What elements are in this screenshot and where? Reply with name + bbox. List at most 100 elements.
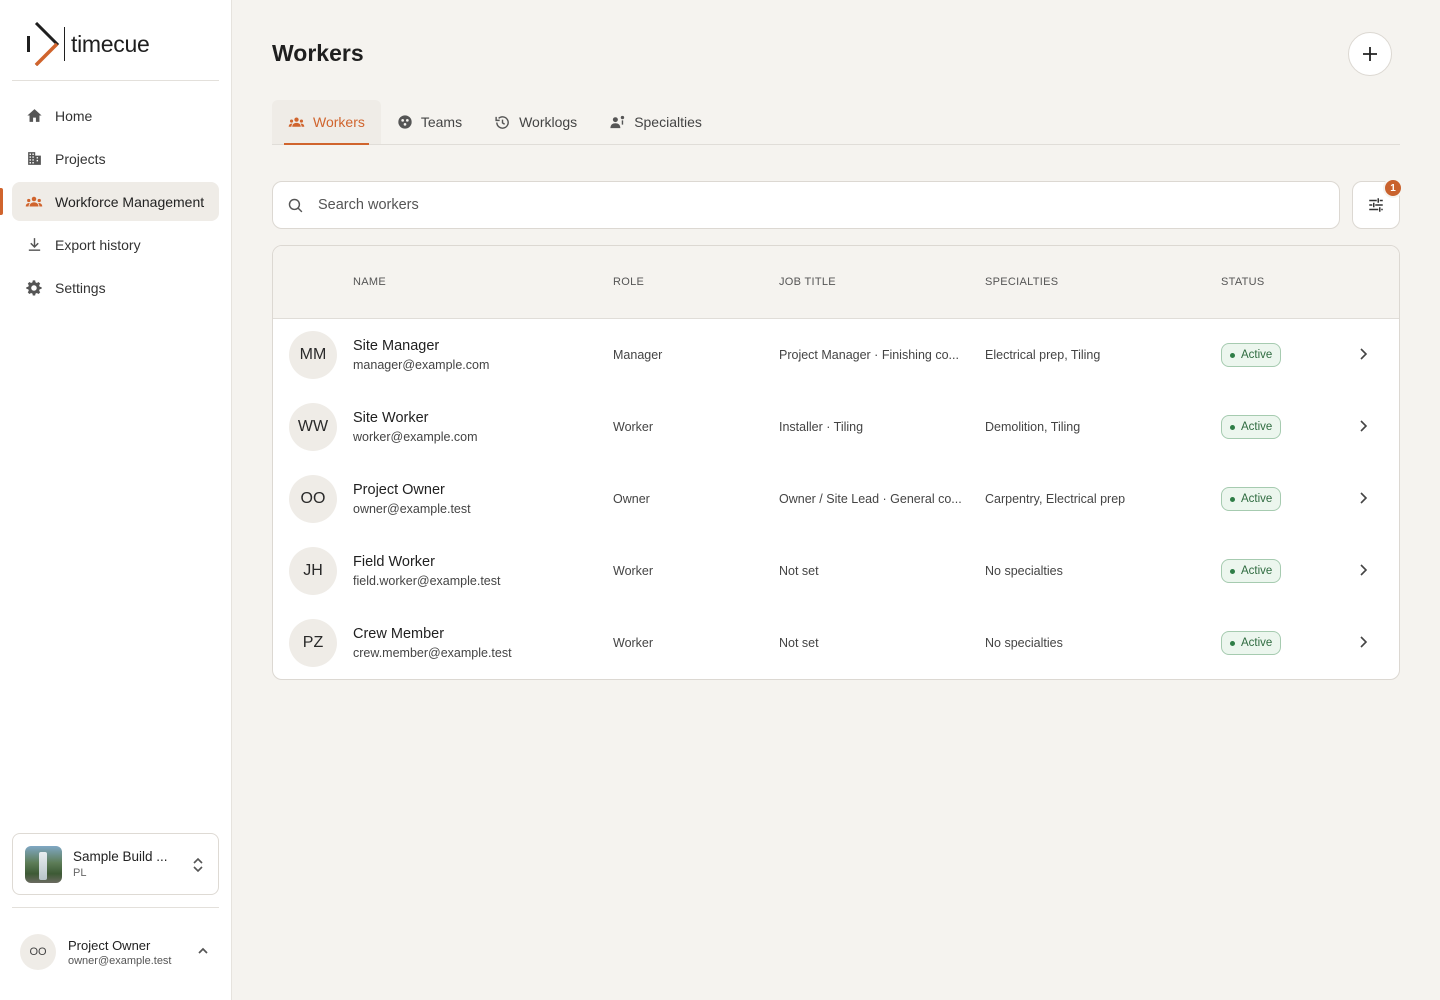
- status-badge: Active: [1221, 631, 1282, 655]
- column-header-job-title[interactable]: JOB TITLE: [779, 276, 836, 288]
- sidebar-item-export-history[interactable]: Export history: [12, 225, 219, 264]
- sidebar-nav: Home Projects Workforce Management Expor…: [0, 96, 219, 311]
- sidebar-item-label: Home: [55, 107, 93, 124]
- user-menu[interactable]: OO Project Owner owner@example.test: [20, 932, 219, 972]
- worker-job-title: Not set: [779, 564, 819, 578]
- worker-name: Crew Member: [353, 626, 445, 642]
- sidebar-divider: [12, 80, 219, 81]
- home-icon: [25, 107, 43, 125]
- table-row[interactable]: OO Project Owner owner@example.test Owne…: [273, 463, 1399, 535]
- worker-role: Worker: [613, 564, 654, 578]
- project-thumbnail: [25, 845, 62, 883]
- column-header-specialties[interactable]: SPECIALTIES: [985, 276, 1058, 288]
- chevron-right-icon[interactable]: [1358, 491, 1368, 505]
- worker-name: Project Owner: [353, 482, 445, 498]
- worker-job-title: Installer · Tiling: [779, 420, 864, 434]
- project-switcher[interactable]: Sample Build ... PL: [12, 833, 219, 895]
- status-badge: Active: [1221, 559, 1282, 583]
- sidebar-item-label: Export history: [55, 236, 141, 253]
- worker-email: field.worker@example.test: [353, 574, 501, 588]
- logo-separator: [64, 27, 65, 61]
- add-worker-button[interactable]: [1348, 32, 1392, 76]
- table-row[interactable]: WW Site Worker worker@example.com Worker…: [273, 391, 1399, 463]
- app-logo[interactable]: timecue: [26, 22, 150, 66]
- tab-teams[interactable]: Teams: [381, 100, 478, 144]
- tab-worklogs[interactable]: Worklogs: [478, 100, 593, 144]
- avatar: WW: [289, 403, 337, 451]
- chevron-right-icon[interactable]: [1358, 419, 1368, 433]
- avatar: OO: [289, 475, 337, 523]
- tab-label: Workers: [313, 114, 365, 130]
- table-header: NAME ROLE JOB TITLE SPECIALTIES STATUS: [273, 246, 1399, 319]
- tab-label: Specialties: [634, 114, 702, 130]
- status-dot-icon: [1230, 496, 1235, 502]
- column-header-role[interactable]: ROLE: [613, 276, 644, 288]
- avatar: OO: [20, 934, 56, 970]
- teams-icon: [397, 114, 413, 130]
- worker-specialties: Carpentry, Electrical prep: [985, 492, 1126, 506]
- tab-label: Teams: [420, 114, 463, 130]
- tab-specialties[interactable]: Specialties: [593, 100, 718, 144]
- plus-icon: [1363, 47, 1377, 61]
- worker-specialties: No specialties: [985, 564, 1063, 578]
- sidebar-item-settings[interactable]: Settings: [12, 268, 219, 307]
- specialty-icon: [609, 114, 626, 131]
- column-header-name[interactable]: NAME: [353, 276, 386, 288]
- status-label: Active: [1241, 565, 1273, 577]
- status-dot-icon: [1230, 640, 1235, 646]
- user-email: owner@example.test: [68, 954, 172, 967]
- table-row[interactable]: JH Field Worker field.worker@example.tes…: [273, 535, 1399, 607]
- worker-name: Site Worker: [353, 410, 429, 426]
- workers-table: NAME ROLE JOB TITLE SPECIALTIES STATUS M…: [272, 245, 1400, 680]
- worker-job-title: Owner / Site Lead · General co...: [779, 492, 962, 506]
- filter-sliders-icon: [1369, 198, 1383, 212]
- sidebar-divider: [12, 907, 219, 908]
- status-dot-icon: [1230, 352, 1235, 358]
- chevron-up-icon: [197, 944, 209, 962]
- sidebar-item-home[interactable]: Home: [12, 96, 219, 135]
- search-input[interactable]: [318, 197, 1218, 213]
- tab-label: Worklogs: [519, 114, 578, 130]
- tab-workers[interactable]: Workers: [272, 100, 381, 145]
- worker-email: worker@example.com: [353, 430, 478, 444]
- sidebar-item-label: Projects: [55, 150, 106, 167]
- filter-count-badge: 1: [1383, 178, 1403, 198]
- status-badge: Active: [1221, 487, 1282, 511]
- status-dot-icon: [1230, 424, 1235, 430]
- worker-role: Worker: [613, 420, 654, 434]
- page-title: Workers: [272, 40, 364, 66]
- app-name: timecue: [71, 30, 150, 57]
- status-badge: Active: [1221, 415, 1282, 439]
- worker-email: owner@example.test: [353, 502, 471, 516]
- worker-role: Worker: [613, 636, 654, 650]
- avatar: MM: [289, 331, 337, 379]
- sidebar-item-projects[interactable]: Projects: [12, 139, 219, 178]
- status-label: Active: [1241, 637, 1273, 649]
- project-country: PL: [73, 867, 87, 879]
- sidebar-item-workforce-management[interactable]: Workforce Management: [0, 182, 219, 221]
- worker-specialties: No specialties: [985, 636, 1063, 650]
- avatar: JH: [289, 547, 337, 595]
- worker-specialties: Demolition, Tiling: [985, 420, 1081, 434]
- column-header-status[interactable]: STATUS: [1221, 276, 1265, 288]
- chevron-right-icon[interactable]: [1358, 347, 1368, 361]
- search-icon: [287, 197, 304, 214]
- table-row[interactable]: PZ Crew Member crew.member@example.test …: [273, 607, 1399, 679]
- chevron-right-icon[interactable]: [1358, 635, 1368, 649]
- history-icon: [494, 114, 511, 131]
- status-label: Active: [1241, 421, 1273, 433]
- people-icon: [25, 193, 43, 211]
- tab-bar: Workers Teams Worklogs Specialties: [272, 100, 1400, 145]
- project-name: Sample Build ...: [73, 849, 168, 864]
- chevron-up-down-icon: [192, 856, 204, 879]
- logo-mark-icon: [27, 22, 60, 66]
- people-icon: [288, 114, 305, 131]
- status-dot-icon: [1230, 568, 1235, 574]
- status-label: Active: [1241, 493, 1273, 505]
- worker-name: Field Worker: [353, 554, 435, 570]
- worker-email: manager@example.com: [353, 358, 490, 372]
- chevron-right-icon[interactable]: [1358, 563, 1368, 577]
- table-row[interactable]: MM Site Manager manager@example.com Mana…: [273, 319, 1399, 391]
- sidebar: timecue Home Projects Workforce Manageme…: [0, 0, 232, 1000]
- search-bar: [272, 181, 1340, 229]
